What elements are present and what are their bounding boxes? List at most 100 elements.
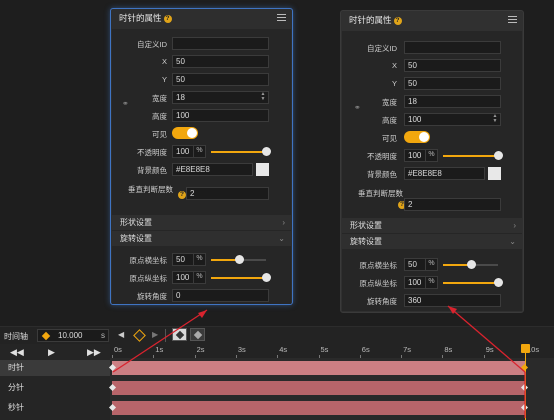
y-input[interactable]: 50 <box>172 73 269 86</box>
angle-input[interactable]: 0 <box>172 289 269 302</box>
visible-toggle[interactable] <box>172 127 198 139</box>
bg-color-input[interactable]: #E8E8E8 <box>172 163 253 176</box>
track-label[interactable]: 时针 <box>0 360 110 376</box>
rotate-props: 原点横坐标 50 % 原点纵坐标 100 % 旋转角度 360 <box>342 249 522 311</box>
help-icon[interactable]: ? <box>163 14 172 23</box>
diamond-icon <box>175 330 185 340</box>
stepper-icon[interactable]: ▲ ▼ <box>259 92 267 102</box>
height-label: 高度 <box>382 116 397 125</box>
ease-in-button[interactable] <box>172 328 187 341</box>
ruler-tick-label: 8s <box>444 345 453 354</box>
origin-y-input[interactable]: 100 % <box>172 271 206 284</box>
origin-y-label: 原点纵坐标 <box>129 274 168 283</box>
timeline-ruler[interactable]: 0s 1s 2s 3s 4s 5s 6s 7s 8s 9s 10s <box>110 344 554 358</box>
opacity-input[interactable]: 100 % <box>172 145 206 158</box>
help-icon[interactable]: ? <box>393 16 402 25</box>
width-input[interactable]: 18 <box>404 95 501 108</box>
width-input[interactable]: 18 ▲ ▼ <box>172 91 269 104</box>
x-label: X <box>391 61 397 70</box>
ruler-tick-label: 6s <box>361 345 370 354</box>
opacity-label: 不透明度 <box>367 152 397 161</box>
rewind-icon[interactable]: ◀◀ <box>10 347 24 358</box>
origin-x-label: 原点横坐标 <box>129 256 168 265</box>
height-input[interactable]: 100 <box>172 109 269 122</box>
ruler-tick-label: 9s <box>485 345 494 354</box>
track-label[interactable]: 秒针 <box>0 400 110 416</box>
chevron-right-icon: › <box>282 218 285 227</box>
duration-key-icon <box>41 331 51 341</box>
link-icon[interactable]: ⚭ <box>122 99 129 108</box>
link-icon[interactable]: ⚭ <box>354 103 361 112</box>
visible-label: 可见 <box>152 130 167 139</box>
hit-layer-input[interactable]: 2 <box>404 198 501 211</box>
origin-x-input[interactable]: 50 % <box>172 253 206 266</box>
origin-x-input[interactable]: 50 % <box>404 258 438 271</box>
section-shape[interactable]: 形状设置 › <box>112 214 291 230</box>
bg-color-swatch[interactable] <box>488 167 501 180</box>
bg-color-label: 背景颜色 <box>137 166 167 175</box>
playhead-handle[interactable] <box>521 344 530 353</box>
chevron-down-icon: ⌄ <box>278 234 285 243</box>
divider <box>165 329 166 342</box>
opacity-slider[interactable] <box>211 147 271 156</box>
opacity-input[interactable]: 100 % <box>404 149 438 162</box>
ease-out-button[interactable] <box>190 328 205 341</box>
x-input[interactable]: 50 <box>404 59 501 72</box>
property-panel-right: 时针的属性? 自定义ID X 50 Y 50 ⚭ 宽度 18 高度 100 ▲ ▼… <box>340 10 524 313</box>
section-rotate[interactable]: 旋转设置 ⌄ <box>342 233 522 249</box>
panel-title: 时针的属性? <box>119 9 172 27</box>
visible-toggle[interactable] <box>404 131 430 143</box>
origin-y-slider[interactable] <box>211 273 271 282</box>
hit-layer-label: 垂直判断层数 <box>128 185 173 194</box>
chevron-down-icon: ⌄ <box>509 237 516 246</box>
prev-key-icon[interactable]: ◀ <box>118 330 124 339</box>
track-label[interactable]: 分针 <box>0 380 110 396</box>
forward-icon[interactable]: ▶▶ <box>87 347 101 358</box>
custom-id-input[interactable] <box>172 37 269 50</box>
y-input[interactable]: 50 <box>404 77 501 90</box>
duration-input[interactable]: 10.000 s <box>37 329 109 342</box>
origin-x-slider[interactable] <box>211 255 266 264</box>
stepper-icon[interactable]: ▲ ▼ <box>491 114 499 124</box>
y-label: Y <box>391 79 397 88</box>
section-shape[interactable]: 形状设置 › <box>342 217 522 233</box>
menu-icon[interactable] <box>508 16 517 25</box>
bg-color-swatch[interactable] <box>256 163 269 176</box>
section-rotate[interactable]: 旋转设置 ⌄ <box>112 230 291 246</box>
help-icon[interactable]: ? <box>178 191 186 199</box>
height-label: 高度 <box>152 112 167 121</box>
menu-icon[interactable] <box>277 14 286 23</box>
playhead[interactable] <box>525 345 526 420</box>
custom-id-input[interactable] <box>404 41 501 54</box>
track-bar[interactable] <box>112 361 525 375</box>
play-icon[interactable]: ▶ <box>48 347 55 358</box>
hit-layer-input[interactable]: 2 <box>186 187 269 200</box>
opacity-label: 不透明度 <box>137 148 167 157</box>
width-label: 宽度 <box>382 98 397 107</box>
ruler-tick-label: 4s <box>279 345 288 354</box>
custom-id-label: 自定义ID <box>137 40 167 49</box>
panel-title: 时针的属性? <box>349 11 402 29</box>
width-label: 宽度 <box>152 94 167 103</box>
key-add-icon[interactable] <box>133 329 146 342</box>
visible-label: 可见 <box>382 134 397 143</box>
x-input[interactable]: 50 <box>172 55 269 68</box>
basic-props: 自定义ID X 50 Y 50 ⚭ 宽度 18 高度 100 ▲ ▼ 可见 不透明… <box>342 31 522 219</box>
ruler-tick-label: 3s <box>237 345 246 354</box>
origin-y-input[interactable]: 100 % <box>404 276 438 289</box>
ruler-tick-label: 1s <box>155 345 164 354</box>
y-label: Y <box>161 75 167 84</box>
origin-y-slider[interactable] <box>443 278 503 287</box>
height-input[interactable]: 100 ▲ ▼ <box>404 113 501 126</box>
origin-x-slider[interactable] <box>443 260 498 269</box>
angle-label: 旋转角度 <box>367 297 397 306</box>
next-key-icon[interactable]: ▶ <box>152 330 158 339</box>
angle-input[interactable]: 360 <box>404 294 501 307</box>
rotate-props: 原点横坐标 50 % 原点纵坐标 100 % 旋转角度 0 <box>112 246 291 304</box>
bg-color-input[interactable]: #E8E8E8 <box>404 167 485 180</box>
opacity-slider[interactable] <box>443 151 503 160</box>
track-bar[interactable] <box>112 401 525 415</box>
custom-id-label: 自定义ID <box>367 44 397 53</box>
chevron-right-icon: › <box>513 221 516 230</box>
track-bar[interactable] <box>112 381 525 395</box>
